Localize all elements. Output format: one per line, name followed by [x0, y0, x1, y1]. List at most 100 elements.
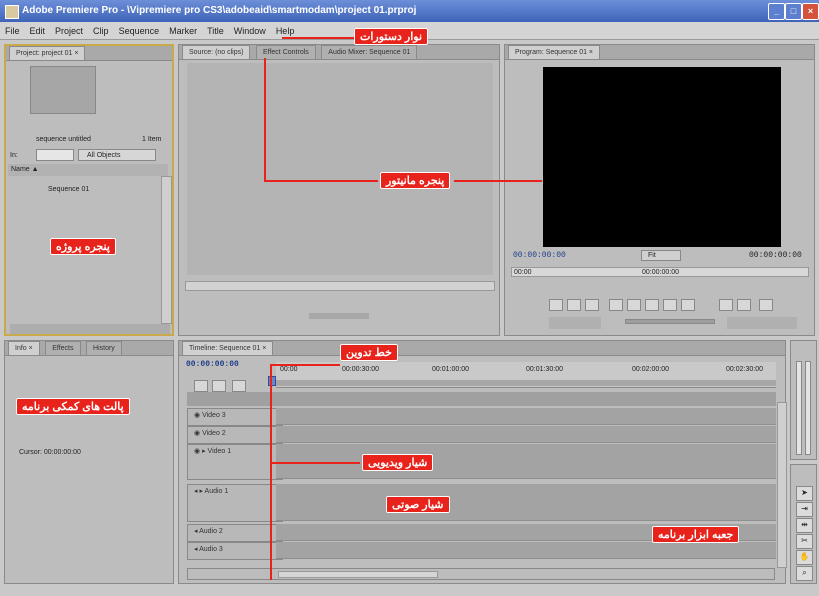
menu-title[interactable]: Title: [202, 22, 229, 40]
tab-timeline[interactable]: Timeline: Sequence 01 ×: [182, 341, 274, 355]
menu-edit[interactable]: Edit: [25, 22, 51, 40]
timeline-spacer: [187, 392, 776, 406]
ruler-mark-5: 00:02:30:00: [726, 366, 763, 373]
speaker-icon[interactable]: ◂: [194, 528, 198, 535]
eye-icon[interactable]: ◉: [194, 430, 200, 437]
title-bar: Adobe Premiere Pro - \Vipremiere pro CS3…: [0, 0, 819, 22]
project-scrollbar[interactable]: [161, 176, 172, 324]
track-header-video-3[interactable]: ◉ Video 3: [187, 408, 283, 426]
name-column-label: Name: [11, 166, 30, 173]
timeline-vscrollbar[interactable]: [777, 402, 787, 568]
annotation-project-window: پنجره پروژه: [50, 238, 116, 255]
hscroll-thumb[interactable]: [278, 571, 438, 578]
step-back-button[interactable]: [609, 299, 623, 311]
track-header-video-2[interactable]: ◉ Video 2: [187, 426, 283, 444]
speaker-icon[interactable]: ◂: [194, 488, 198, 495]
tab-effect-controls[interactable]: Effect Controls: [255, 45, 316, 59]
tab-info[interactable]: Info ×: [8, 341, 40, 355]
lift-button[interactable]: [719, 299, 733, 311]
list-header: Name ▲: [8, 164, 168, 176]
snap-button[interactable]: [194, 380, 208, 392]
program-ruler-start: 00:00: [514, 269, 532, 276]
maximize-button[interactable]: □: [785, 3, 802, 20]
program-time-ruler[interactable]: 00:00 00:00:00:00: [511, 267, 809, 277]
track-header-audio-1[interactable]: ◂ ▸ Audio 1: [187, 484, 283, 522]
project-item-name: sequence untitled: [36, 136, 91, 143]
extract-button[interactable]: [737, 299, 751, 311]
eye-icon[interactable]: ◉: [194, 448, 200, 455]
ruler-mark-3: 00:01:30:00: [526, 366, 563, 373]
callout-line-edit: [270, 364, 272, 580]
timeline-current-time[interactable]: 00:00:00:00: [186, 360, 239, 369]
expand-triangle-icon[interactable]: ▸: [202, 448, 206, 455]
timeline-hscrollbar[interactable]: [187, 568, 775, 580]
audio-meter-right: [805, 361, 811, 455]
tab-history[interactable]: History: [86, 341, 122, 355]
menu-project[interactable]: Project: [50, 22, 88, 40]
project-panel: Project: project 01 × sequence untitled …: [4, 44, 174, 336]
search-field[interactable]: [36, 149, 74, 161]
track-header-video-1[interactable]: ◉ ▸ Video 1: [187, 444, 283, 480]
eye-icon[interactable]: ◉: [194, 412, 200, 419]
track-label: Video 3: [202, 412, 226, 419]
ruler-mark-2: 00:01:00:00: [432, 366, 469, 373]
expand-triangle-icon[interactable]: ▸: [199, 488, 203, 495]
timeline-ruler[interactable]: 00:00 00:00:30:00 00:01:00:00 00:01:30:0…: [276, 362, 776, 388]
tab-source[interactable]: Source: (no clips): [182, 45, 251, 59]
set-marker-button[interactable]: [232, 380, 246, 392]
tab-program[interactable]: Program: Sequence 01 ×: [508, 45, 601, 59]
jog-slider[interactable]: [625, 319, 715, 324]
menu-window[interactable]: Window: [229, 22, 271, 40]
menu-clip[interactable]: Clip: [88, 22, 114, 40]
add-marker-button[interactable]: [585, 299, 599, 311]
track-lane-audio-3[interactable]: [276, 542, 776, 559]
step-forward-button[interactable]: [663, 299, 677, 311]
cursor-readout: Cursor: 00:00:00:00: [19, 449, 81, 456]
sort-arrow-icon: ▲: [31, 166, 39, 173]
project-bottom-toolbar: [10, 324, 170, 334]
track-header-audio-3[interactable]: ◂ Audio 3: [187, 542, 283, 560]
tab-audio-mixer[interactable]: Audio Mixer: Sequence 01: [321, 45, 418, 59]
set-in-button[interactable]: [549, 299, 563, 311]
callout-line-monitor-right: [454, 180, 542, 182]
speaker-icon[interactable]: ◂: [194, 546, 198, 553]
track-label: Video 1: [207, 448, 232, 455]
source-time-ruler[interactable]: [185, 281, 495, 291]
menu-file[interactable]: File: [0, 22, 25, 40]
rewind-button[interactable]: [627, 299, 641, 311]
program-timecode-left[interactable]: 00:00:00:00: [513, 251, 566, 260]
set-encore-marker-button[interactable]: [212, 380, 226, 392]
in-dropdown[interactable]: All Objects: [78, 149, 156, 161]
menu-sequence[interactable]: Sequence: [114, 22, 165, 40]
track-select-tool-icon[interactable]: ⇥: [796, 502, 813, 517]
hand-tool-icon[interactable]: ✋: [796, 550, 813, 565]
trim-button[interactable]: [759, 299, 773, 311]
menu-marker[interactable]: Marker: [164, 22, 202, 40]
fast-forward-button[interactable]: [681, 299, 695, 311]
set-out-button[interactable]: [567, 299, 581, 311]
annotation-toolbox: جعبه ابزار برنامه: [652, 526, 740, 543]
close-button[interactable]: ×: [802, 3, 819, 20]
annotation-help-palettes: پالت های کمکی برنامه: [16, 398, 130, 415]
selection-tool-icon[interactable]: ➤: [796, 486, 813, 501]
callout-line-menu: [282, 37, 354, 39]
tab-project[interactable]: Project: project 01 ×: [9, 46, 86, 60]
play-button[interactable]: [645, 299, 659, 311]
fit-dropdown[interactable]: Fit: [641, 250, 681, 261]
razor-tool-icon[interactable]: ✂: [796, 534, 813, 549]
sequence-list-item[interactable]: Sequence 01: [48, 186, 89, 193]
track-header-audio-2[interactable]: ◂ Audio 2: [187, 524, 283, 542]
minimize-button[interactable]: _: [768, 3, 785, 20]
track-lane-video-3[interactable]: [276, 408, 776, 425]
audio-meter-left: [796, 361, 802, 455]
track-lane-audio-1[interactable]: [276, 484, 776, 521]
tab-effects[interactable]: Effects: [45, 341, 81, 355]
ripple-edit-tool-icon[interactable]: ⇹: [796, 518, 813, 533]
annotation-menu-bar: نوار دستورات: [354, 28, 429, 45]
work-area-bar[interactable]: [276, 380, 776, 386]
annotation-video-track: شیار ویدیویی: [362, 454, 434, 471]
zoom-tool-icon[interactable]: ⌕: [796, 566, 813, 581]
in-label: In:: [10, 152, 18, 159]
track-lane-video-2[interactable]: [276, 426, 776, 443]
ruler-mark-1: 00:00:30:00: [342, 366, 379, 373]
